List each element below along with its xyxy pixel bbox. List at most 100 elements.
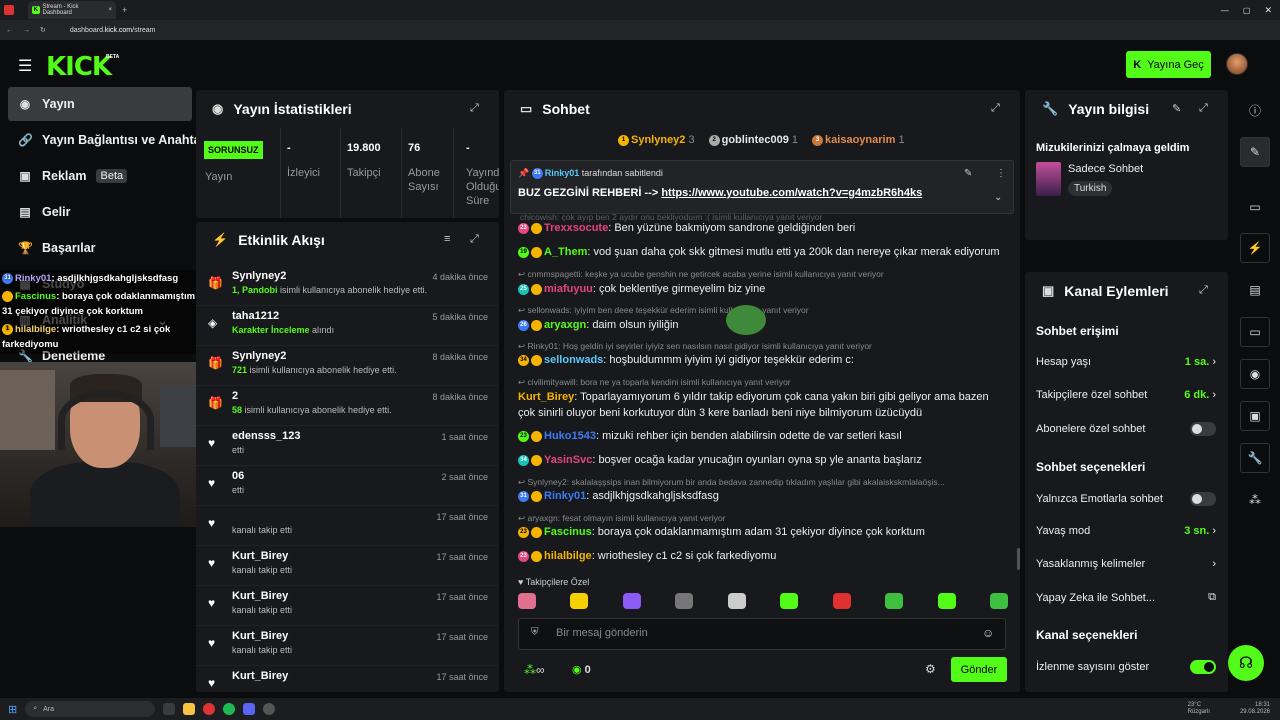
send-button[interactable]: Gönder [951, 657, 1007, 682]
points-icon[interactable]: ⁂ [1240, 485, 1270, 515]
angry-emote-icon[interactable] [832, 593, 851, 609]
duck-emote-icon[interactable] [570, 593, 589, 609]
nav-item-stream[interactable]: ◉ Yayın [8, 87, 192, 121]
discord-icon[interactable] [243, 703, 256, 715]
pig-emote-icon[interactable] [518, 593, 536, 609]
chat-message[interactable]: 19 A_Them: vod şuan daha çok skk gitmesi… [518, 246, 1013, 258]
activity-item[interactable]: ♥ Kurt_Birey kanalı takip etti 17 saat önce [196, 626, 498, 666]
points-icon[interactable]: ⁂∞ [524, 663, 545, 677]
edit-icon[interactable]: ✎ [1172, 102, 1181, 115]
obs-icon[interactable] [263, 703, 276, 715]
chat-username[interactable]: Kurt_Birey [518, 391, 574, 403]
chat-message[interactable]: 23 Fascinus: boraya çok odaklanmamıştım … [518, 526, 1013, 538]
category-name[interactable]: Sadece Sohbet [1068, 163, 1143, 175]
cat-emote-icon[interactable] [727, 593, 746, 609]
chat-message[interactable]: 34 sellonwads: hoşbuldummm iyiyim iyi gi… [518, 354, 1013, 366]
video-icon[interactable]: ▭ [1240, 192, 1270, 222]
banned-words-row[interactable]: Yasaklanmış kelimeler › [1036, 558, 1216, 570]
go-live-button[interactable]: K Yayına Geç [1126, 51, 1211, 78]
activity-item[interactable]: 🎁 Synlyney2 721 isimli kullanıcıya aboneli… [196, 346, 498, 386]
expand-icon[interactable]: ⤢ [1199, 284, 1208, 297]
chat-username[interactable]: Trexxsocute [544, 222, 608, 234]
activity-item[interactable]: ♥ Kurt_Birey kanalı takip etti 17 saat önce [196, 586, 498, 626]
hamburger-menu-icon[interactable]: ☰ [18, 56, 32, 76]
chat-username[interactable]: Huko1543 [544, 430, 596, 442]
kick-points[interactable]: ◉ 0 [572, 663, 591, 676]
activity-item[interactable]: ♥ 06 etti 2 saat önce [196, 466, 498, 506]
camera-emote-icon[interactable] [675, 593, 694, 609]
chat-message[interactable]: 23 Trexxsocute: Ben yüzüne bakmiyom sand… [518, 222, 1013, 234]
task-view-icon[interactable] [163, 703, 176, 715]
reload-icon[interactable]: ↻ [40, 26, 46, 34]
pot-emote-icon[interactable] [780, 593, 799, 609]
subs-only-toggle[interactable] [1190, 422, 1216, 436]
chevron-down-icon[interactable]: ⌄ [994, 192, 1002, 203]
slow-mode-row[interactable]: Yavaş mod 3 sn. › [1036, 525, 1216, 537]
chat-message[interactable]: 34 YasinSvc: boşver ocağa kadar ynucağın… [518, 454, 1013, 466]
support-headset-icon[interactable]: ☊ [1228, 645, 1264, 681]
chat-username[interactable]: sellonwads [544, 354, 603, 366]
browser-menu-icon[interactable] [4, 5, 14, 15]
chat-username[interactable]: Rinky01 [544, 490, 586, 502]
expand-icon[interactable]: ⤢ [991, 102, 1000, 115]
chat-username[interactable]: aryaxgn [544, 319, 586, 331]
alien-emote-icon[interactable] [989, 593, 1008, 609]
show-viewers-row[interactable]: İzlenme sayısını göster [1036, 660, 1216, 674]
taskbar-search[interactable]: ⌕ Ara [25, 701, 156, 717]
chat-bubble-icon[interactable]: ▭ [1240, 317, 1270, 347]
save-icon[interactable]: ▣ [1240, 401, 1270, 431]
windows-start-icon[interactable]: ⊞ [8, 703, 17, 716]
chat-message[interactable]: 25 miafuyuu: çok beklentiye girmeyelim b… [518, 283, 1013, 295]
browser-tab[interactable]: K Stream - Kick Dashboard × [28, 1, 116, 19]
chat-message[interactable]: 31 Rinky01: asdjlkhjgsdkahgljsksdfasg [518, 490, 1013, 502]
more-icon[interactable]: ⋮ [996, 168, 1006, 179]
top-gifter[interactable]: 1 Synlyney2 3 [618, 134, 695, 146]
edit-icon[interactable]: ✎ [1240, 137, 1270, 167]
clown-emote-icon[interactable] [885, 593, 904, 609]
followers-only-row[interactable]: Takipçilere özel sohbet 6 dk. › [1036, 389, 1216, 401]
new-tab-icon[interactable]: + [122, 5, 127, 15]
expand-icon[interactable]: ⤢ [470, 102, 479, 115]
play-circle-icon[interactable]: ◉ [1240, 359, 1270, 389]
url-field[interactable]: dashboard.kick.com/stream [70, 27, 156, 34]
ai-chat-row[interactable]: Yapay Zeka ile Sohbet... ⧉ [1036, 591, 1216, 604]
emote-only-row[interactable]: Yalnızca Emotlarla sohbet [1036, 492, 1216, 506]
forward-icon[interactable]: → [23, 27, 30, 34]
wrench-icon[interactable]: 🔧 [1240, 443, 1270, 473]
lightning-icon[interactable]: ⚡ [1240, 233, 1270, 263]
unpin-icon[interactable]: ✎ [964, 168, 972, 179]
activity-item[interactable]: 🎁 Synlyney2 1, Pandobi isimli kullanıcıya … [196, 266, 498, 306]
chat-username[interactable]: miafuyuu [544, 283, 593, 295]
emote-only-toggle[interactable] [1190, 492, 1216, 506]
chat-username[interactable]: A_Them [544, 246, 587, 258]
expand-icon[interactable]: ⤢ [1199, 102, 1208, 115]
kick-logo[interactable]: KICK [46, 52, 112, 82]
tab-close-icon[interactable]: × [108, 7, 112, 13]
chat-message[interactable]: 23 hilalbilge: wriothesley c1 c2 si çok … [518, 550, 1013, 562]
activity-item[interactable]: ♥ kanalı takip etti 17 saat önce [196, 506, 498, 546]
pinned-link[interactable]: https://www.youtube.com/watch?v=g4mzbR6h… [661, 187, 922, 199]
chat-username[interactable]: Fascinus [544, 526, 592, 538]
chat-scrollbar[interactable] [1017, 548, 1020, 570]
nav-item-achievements[interactable]: 🏆 Başarılar [8, 231, 192, 265]
activity-item[interactable]: ◈ taha1212 Karakter İnceleme alındı 5 dakik… [196, 306, 498, 346]
expand-icon[interactable]: ⤢ [470, 233, 479, 246]
settings-gear-icon[interactable]: ⚙ [925, 662, 936, 676]
chat-username[interactable]: YasinSvc [544, 454, 592, 466]
subs-only-row[interactable]: Abonelere özel sohbet [1036, 422, 1216, 436]
top-gifter[interactable]: 2 goblintec009 1 [708, 134, 798, 146]
chat-username[interactable]: hilalbilge [544, 550, 592, 562]
account-age-row[interactable]: Hesap yaşı 1 sa. › [1036, 356, 1216, 368]
activity-item[interactable]: ♥ edensss_123 etti 1 saat önce [196, 426, 498, 466]
mario-emote-icon[interactable] [622, 593, 641, 609]
user-avatar[interactable] [1226, 53, 1248, 75]
window-minimize-icon[interactable]: — [1221, 6, 1229, 15]
nav-item-stream-key[interactable]: 🔗 Yayın Bağlantısı ve Anahtarı [8, 123, 198, 157]
show-viewers-toggle[interactable] [1190, 660, 1216, 674]
activity-item[interactable]: 🎁 2 58 isimli kullanıcıya abonelik hediye … [196, 386, 498, 426]
nav-item-revenue[interactable]: ▤ Gelir [8, 195, 192, 229]
top-gifter[interactable]: 3 kaisaoynarim 1 [812, 134, 905, 146]
window-maximize-icon[interactable]: ▢ [1243, 6, 1251, 15]
spotify-icon[interactable] [223, 703, 236, 715]
chat-emote-icon[interactable] [937, 593, 956, 609]
